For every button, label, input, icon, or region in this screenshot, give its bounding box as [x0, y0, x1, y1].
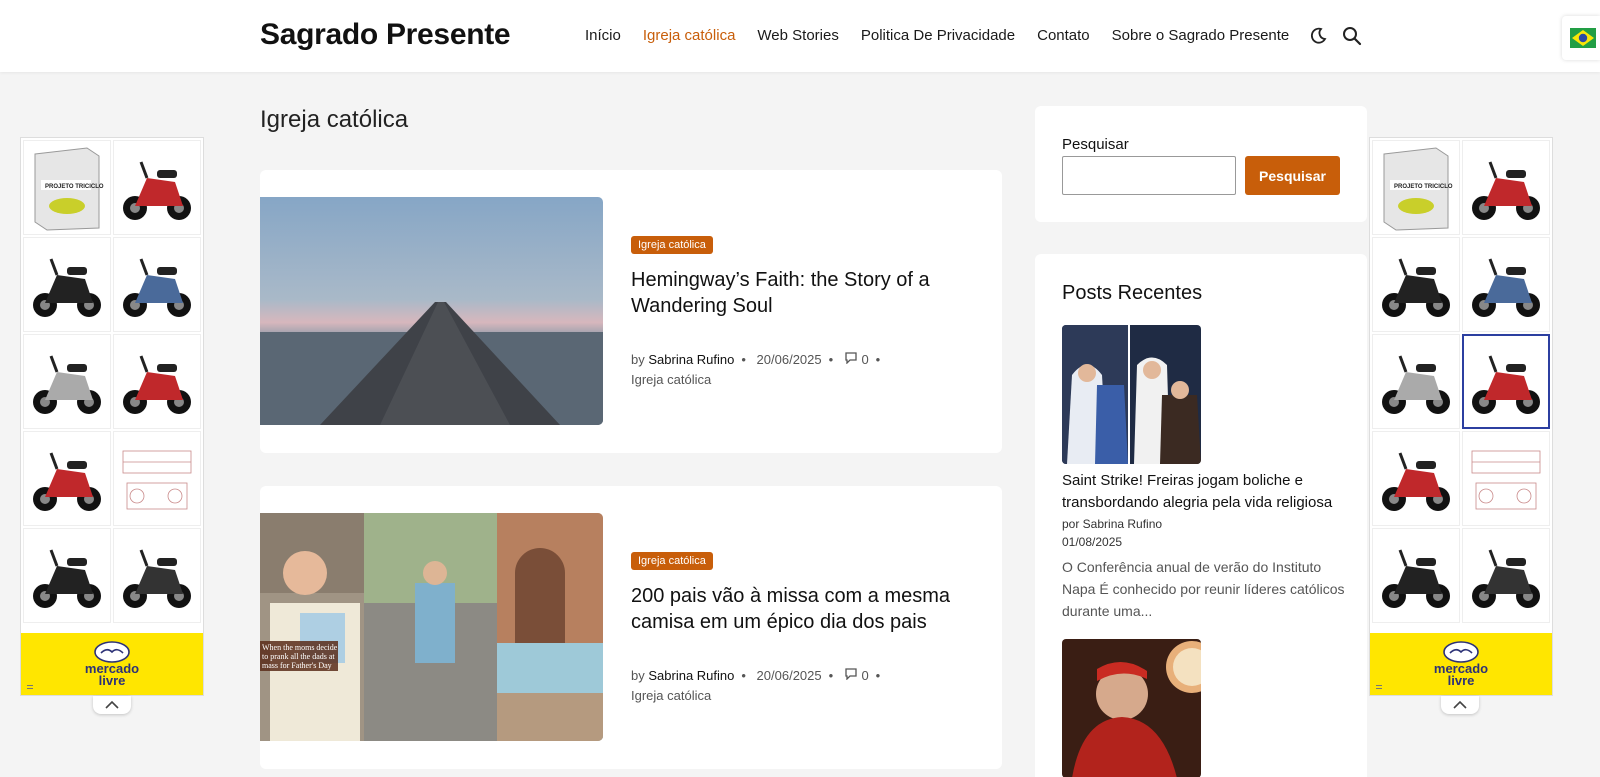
- search-widget: Pesquisar Pesquisar: [1035, 106, 1367, 222]
- meta-by: by: [631, 668, 645, 683]
- comment-icon[interactable]: [844, 668, 858, 681]
- recent-post-thumbnail-cardinal[interactable]: [1062, 639, 1201, 777]
- ad-product-thumbnail[interactable]: PROJETO TRICICLO: [23, 140, 111, 235]
- ad-product-thumbnail[interactable]: [1462, 140, 1550, 235]
- right-ad-collapse-button[interactable]: [1441, 696, 1479, 714]
- ad-product-thumbnail[interactable]: [23, 237, 111, 332]
- ad-product-thumbnail[interactable]: [113, 431, 201, 526]
- ad-product-thumbnail[interactable]: [1372, 528, 1460, 623]
- post-author[interactable]: Sabrina Rufino: [648, 352, 734, 367]
- ad-product-thumbnail[interactable]: [113, 528, 201, 623]
- ad-product-thumbnail[interactable]: [23, 334, 111, 429]
- comment-count[interactable]: 0: [861, 668, 868, 683]
- ad-product-thumbnail[interactable]: [113, 334, 201, 429]
- ad-product-thumbnail[interactable]: [1372, 431, 1460, 526]
- recent-post-date: 01/08/2025: [1062, 535, 1123, 549]
- svg-text:PROJETO TRICICLO: PROJETO TRICICLO: [1394, 184, 1453, 190]
- ad-product-thumbnail[interactable]: [23, 528, 111, 623]
- left-ad-collapse-button[interactable]: [93, 696, 131, 714]
- post-date: 20/06/2025: [756, 668, 822, 683]
- dark-mode-moon-icon[interactable]: [1308, 26, 1328, 46]
- post-title[interactable]: 200 pais vão à missa com a mesma camisa …: [631, 583, 961, 635]
- page-title: Igreja católica: [260, 106, 409, 133]
- nav-web-stories[interactable]: Web Stories: [757, 27, 838, 44]
- handshake-logo-icon: [94, 641, 130, 663]
- right-ad-banner[interactable]: PROJETO TRICICLO mercado livre: [1369, 137, 1553, 696]
- brazil-flag-icon: [1570, 28, 1596, 48]
- category-badge[interactable]: Igreja católica: [631, 552, 713, 570]
- nav-contato[interactable]: Contato: [1037, 27, 1090, 44]
- ad-product-thumbnail[interactable]: [113, 140, 201, 235]
- search-button[interactable]: Pesquisar: [1245, 156, 1340, 195]
- recent-post-title[interactable]: Saint Strike! Freiras jogam boliche e tr…: [1062, 470, 1352, 514]
- ad-product-thumbnail[interactable]: [1462, 528, 1550, 623]
- recent-posts-heading: Posts Recentes: [1062, 282, 1203, 304]
- nav-igreja-catolica[interactable]: Igreja católica: [643, 27, 736, 44]
- recent-post-author: por Sabrina Rufino: [1062, 517, 1163, 531]
- language-flag-button[interactable]: [1562, 16, 1600, 60]
- post-meta: by Sabrina Rufino • 20/06/2025 • 0 • Igreja…: [631, 668, 881, 703]
- nav-inicio[interactable]: Início: [585, 27, 621, 44]
- ad-product-thumbnail[interactable]: [113, 237, 201, 332]
- comment-count[interactable]: 0: [861, 352, 868, 367]
- ad-product-thumbnail[interactable]: [1372, 237, 1460, 332]
- search-icon[interactable]: [1342, 26, 1362, 46]
- recent-post-excerpt: O Conferência anual de verão do Institut…: [1062, 559, 1345, 619]
- left-ad-banner[interactable]: PROJETO TRICICLO mercado livre: [20, 137, 204, 696]
- main-nav: Início Igreja católica Web Stories Polit…: [585, 27, 1311, 44]
- ad-product-thumbnail[interactable]: PROJETO TRICICLO: [1372, 140, 1460, 235]
- ad-product-thumbnail[interactable]: [23, 431, 111, 526]
- ad-product-thumbnail[interactable]: [1462, 334, 1550, 429]
- comment-icon[interactable]: [844, 352, 858, 365]
- post-card: When the moms decide to prank all the da…: [260, 486, 1002, 769]
- post-meta: by Sabrina Rufino • 20/06/2025 • 0 • Igreja…: [631, 352, 881, 387]
- ad-menu-icon[interactable]: [1376, 685, 1382, 689]
- post-category[interactable]: Igreja católica: [631, 688, 711, 703]
- handshake-logo-icon: [1443, 641, 1479, 663]
- thumbnail-caption: When the moms decide to prank all the da…: [262, 643, 338, 670]
- site-header: Sagrado Presente Início Igreja católica …: [0, 0, 1600, 72]
- svg-text:PROJETO TRICICLO: PROJETO TRICICLO: [45, 184, 104, 190]
- post-category[interactable]: Igreja católica: [631, 372, 711, 387]
- post-date: 20/06/2025: [756, 352, 822, 367]
- category-badge[interactable]: Igreja católica: [631, 236, 713, 254]
- post-card: Igreja católica Hemingway’s Faith: the S…: [260, 170, 1002, 453]
- search-input[interactable]: [1062, 156, 1236, 195]
- ad-menu-icon[interactable]: [27, 685, 33, 689]
- search-label: Pesquisar: [1062, 136, 1129, 153]
- chevron-up-icon: [105, 700, 119, 709]
- nav-politica-de-privacidade[interactable]: Politica De Privacidade: [861, 27, 1015, 44]
- mercado-livre-logo[interactable]: mercado livre: [21, 633, 203, 695]
- ad-product-thumbnail[interactable]: [1372, 334, 1460, 429]
- recent-post-thumbnail-nuns[interactable]: [1062, 325, 1201, 464]
- post-thumbnail-fathers-day[interactable]: When the moms decide to prank all the da…: [260, 513, 603, 741]
- nav-sobre[interactable]: Sobre o Sagrado Presente: [1112, 27, 1290, 44]
- mercado-livre-logo[interactable]: mercado livre: [1370, 633, 1552, 695]
- chevron-up-icon: [1453, 700, 1467, 709]
- post-thumbnail-pier[interactable]: [260, 197, 603, 425]
- ad-product-thumbnail[interactable]: [1462, 237, 1550, 332]
- recent-posts-widget: Posts Recentes Saint Strike! Freiras jog…: [1035, 254, 1367, 777]
- post-author[interactable]: Sabrina Rufino: [648, 668, 734, 683]
- ad-product-thumbnail[interactable]: [1462, 431, 1550, 526]
- post-title[interactable]: Hemingway’s Faith: the Story of a Wander…: [631, 267, 961, 319]
- site-title[interactable]: Sagrado Presente: [260, 18, 511, 52]
- meta-by: by: [631, 352, 645, 367]
